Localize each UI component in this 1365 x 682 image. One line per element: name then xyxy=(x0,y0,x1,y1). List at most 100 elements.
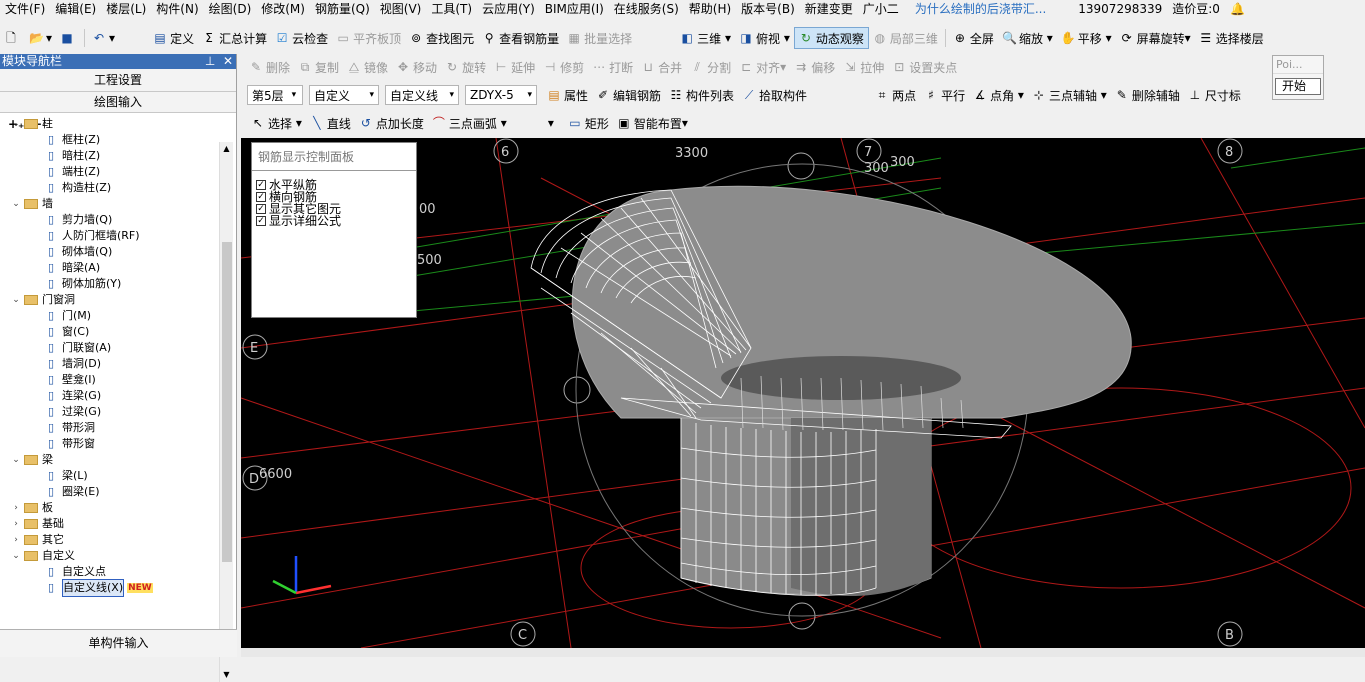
menu-item[interactable]: 版本号(B) xyxy=(736,0,800,18)
tree-item[interactable]: ▯ 带形窗 xyxy=(0,436,220,452)
menu-item[interactable]: 为什么绘制的后浇带汇... xyxy=(910,0,1051,18)
arc-button[interactable]: ⌒ 三点画弧 ▾ ▾ xyxy=(428,112,558,134)
menu-item[interactable]: 帮助(H) xyxy=(684,0,736,18)
chevron-down-icon[interactable]: ⌄ xyxy=(10,116,22,132)
scroll-up-icon[interactable]: ▲ xyxy=(220,142,233,156)
tree-folder[interactable]: › 板 xyxy=(0,500,220,516)
cloud-check-button[interactable]: ☑ 云检查 xyxy=(271,27,332,49)
select-floor-button[interactable]: ☰ 选择楼层 xyxy=(1195,27,1268,49)
batch-select-button[interactable]: ▦ 批量选择 xyxy=(563,27,636,49)
single-input-button[interactable]: 单构件输入 xyxy=(0,629,237,657)
tree-item[interactable]: ▯ 窗(C) xyxy=(0,324,220,340)
tree-item[interactable]: ▯ 暗柱(Z) xyxy=(0,148,220,164)
tree-folder[interactable]: ⌄ 墙 xyxy=(0,196,220,212)
tree-item[interactable]: ▯ 暗梁(A) xyxy=(0,260,220,276)
edit-rebar-button[interactable]: ✐ 编辑钢筋 xyxy=(592,84,665,106)
menu-item[interactable]: 绘图(D) xyxy=(204,0,257,18)
define-button[interactable]: ▤ 定义 xyxy=(149,27,198,49)
zoom-button[interactable]: 🔍 缩放 ▾ xyxy=(998,27,1057,49)
bell-icon[interactable]: 🔔 xyxy=(1225,0,1250,18)
two-points-button[interactable]: ⌗ 两点 xyxy=(871,84,920,106)
menu-item[interactable]: 文件(F) xyxy=(0,0,50,18)
find-button[interactable]: ⊚ 查找图元 xyxy=(405,27,478,49)
fullscreen-button[interactable]: ⊕ 全屏 xyxy=(949,27,998,49)
checkbox-checked-icon[interactable]: ✓ xyxy=(256,192,266,202)
chevron-down-icon[interactable]: ⌄ xyxy=(10,452,22,468)
menu-item[interactable]: 在线服务(S) xyxy=(609,0,684,18)
3d-viewport[interactable]: 6 7 8 E D C B 3300 300 300 00 500 6600 钢… xyxy=(241,138,1365,648)
extend-button[interactable]: ⊢ 延伸 xyxy=(490,56,539,78)
tree-item[interactable]: ▯ 壁龛(I) xyxy=(0,372,220,388)
view-3d-button[interactable]: ◧ 三维 ▾ xyxy=(676,27,735,49)
tree-item[interactable]: ▯ 剪力墙(Q) xyxy=(0,212,220,228)
close-icon[interactable]: ✕ xyxy=(223,54,233,68)
open-file-button[interactable]: 📂 ▾ xyxy=(25,27,56,49)
tree-item[interactable]: ▯ 端柱(Z) xyxy=(0,164,220,180)
merge-button[interactable]: ⊔ 合并 xyxy=(637,56,686,78)
properties-button[interactable]: ▤ 属性 xyxy=(543,84,592,106)
delete-aux-button[interactable]: ✎ 删除辅轴 xyxy=(1111,84,1184,106)
project-settings-button[interactable]: 工程设置 xyxy=(0,69,236,92)
set-grip-button[interactable]: ⊡ 设置夹点 xyxy=(888,56,961,78)
view-rebar-button[interactable]: ⚲ 查看钢筋量 xyxy=(478,27,563,49)
trim-button[interactable]: ⊣ 修剪 xyxy=(539,56,588,78)
tree-item[interactable]: ▯ 墙洞(D) xyxy=(0,356,220,372)
tree-item[interactable]: ▯ 连梁(G) xyxy=(0,388,220,404)
tree-folder[interactable]: ⌄ 自定义 xyxy=(0,548,220,564)
rect-button[interactable]: ▭ 矩形 xyxy=(564,112,613,134)
popup-input[interactable]: Poi... xyxy=(1273,56,1323,74)
menu-item[interactable]: 新建变更 xyxy=(800,0,858,18)
start-button[interactable]: 开始 xyxy=(1275,78,1321,95)
chevron-down-icon[interactable]: ⌄ xyxy=(10,292,22,308)
select-button[interactable]: ↖ 选择 ▾ xyxy=(247,112,306,134)
three-point-aux-button[interactable]: ⊹ 三点辅轴 ▾ xyxy=(1028,84,1111,106)
tree-folder[interactable]: › 其它 xyxy=(0,532,220,548)
tree-folder[interactable]: ⌄ 梁 xyxy=(0,452,220,468)
tree-item[interactable]: ▯ 过梁(G) xyxy=(0,404,220,420)
menu-item[interactable]: 楼层(L) xyxy=(101,0,151,18)
local-3d-button[interactable]: ◍ 局部三维 xyxy=(869,27,942,49)
chevron-down-icon[interactable]: ⌄ xyxy=(10,548,22,564)
stretch-button[interactable]: ⇲ 拉伸 xyxy=(839,56,888,78)
tree-item[interactable]: ▯ 人防门框墙(RF) xyxy=(0,228,220,244)
chevron-right-icon[interactable]: › xyxy=(10,532,22,548)
component-select[interactable]: ZDYX-5 ▾ xyxy=(465,85,537,105)
tree-item[interactable]: ▯ 自定义点 xyxy=(0,564,220,580)
menu-item[interactable]: 视图(V) xyxy=(375,0,427,18)
menu-item[interactable]: 构件(N) xyxy=(151,0,203,18)
tree-item[interactable]: ▯ 自定义线(X) NEW xyxy=(0,579,220,597)
delete-button[interactable]: ✎ 删除 xyxy=(245,56,294,78)
new-file-button[interactable]: 🗋 xyxy=(0,27,25,49)
menu-item[interactable]: 修改(M) xyxy=(256,0,310,18)
chevron-down-icon[interactable]: ⌄ xyxy=(10,196,22,212)
point-angle-button[interactable]: ∡ 点角 ▾ xyxy=(969,84,1028,106)
point-length-button[interactable]: ↺ 点加长度 xyxy=(355,112,428,134)
copy-button[interactable]: ⧉ 复制 xyxy=(294,56,343,78)
menu-item[interactable]: 钢筋量(Q) xyxy=(310,0,375,18)
tree-folder[interactable]: › 基础 xyxy=(0,516,220,532)
tree-folder[interactable]: ⌄ 柱 xyxy=(0,116,220,132)
menu-item[interactable]: 工具(T) xyxy=(426,0,477,18)
tree-item[interactable]: ▯ 梁(L) xyxy=(0,468,220,484)
rotate-screen-button[interactable]: ⟳ 屏幕旋转 ▾ xyxy=(1116,27,1195,49)
pan-button[interactable]: ✋ 平移 ▾ xyxy=(1057,27,1116,49)
offset-button[interactable]: ⇉ 偏移 xyxy=(790,56,839,78)
menu-item[interactable]: 编辑(E) xyxy=(50,0,101,18)
parallel-button[interactable]: ♯ 平行 xyxy=(920,84,969,106)
rotate-button[interactable]: ↻ 旋转 xyxy=(441,56,490,78)
mirror-button[interactable]: ⧋ 镜像 xyxy=(343,56,392,78)
tree-item[interactable]: ▯ 门(M) xyxy=(0,308,220,324)
checkbox-checked-icon[interactable]: ✓ xyxy=(256,204,266,214)
smart-layout-button[interactable]: ▣ 智能布置 ▾ xyxy=(613,112,692,134)
tree-item[interactable]: ▯ 框柱(Z) xyxy=(0,132,220,148)
tree-item[interactable]: ▯ 门联窗(A) xyxy=(0,340,220,356)
option-show-formula[interactable]: ✓ 显示详细公式 xyxy=(252,215,416,227)
dimension-button[interactable]: ⊥ 尺寸标 xyxy=(1184,84,1245,106)
dynamic-view-button[interactable]: ↻ 动态观察 xyxy=(793,27,869,49)
checkbox-checked-icon[interactable]: ✓ xyxy=(256,216,266,226)
tree-scrollbar[interactable]: ▲ ▼ xyxy=(219,142,233,682)
subcategory-select[interactable]: 自定义线 ▾ xyxy=(385,85,459,105)
split-button[interactable]: ⫽ 分割 xyxy=(686,56,735,78)
chevron-right-icon[interactable]: › xyxy=(10,500,22,516)
pick-component-button[interactable]: ⟋ 拾取构件 xyxy=(738,84,811,106)
